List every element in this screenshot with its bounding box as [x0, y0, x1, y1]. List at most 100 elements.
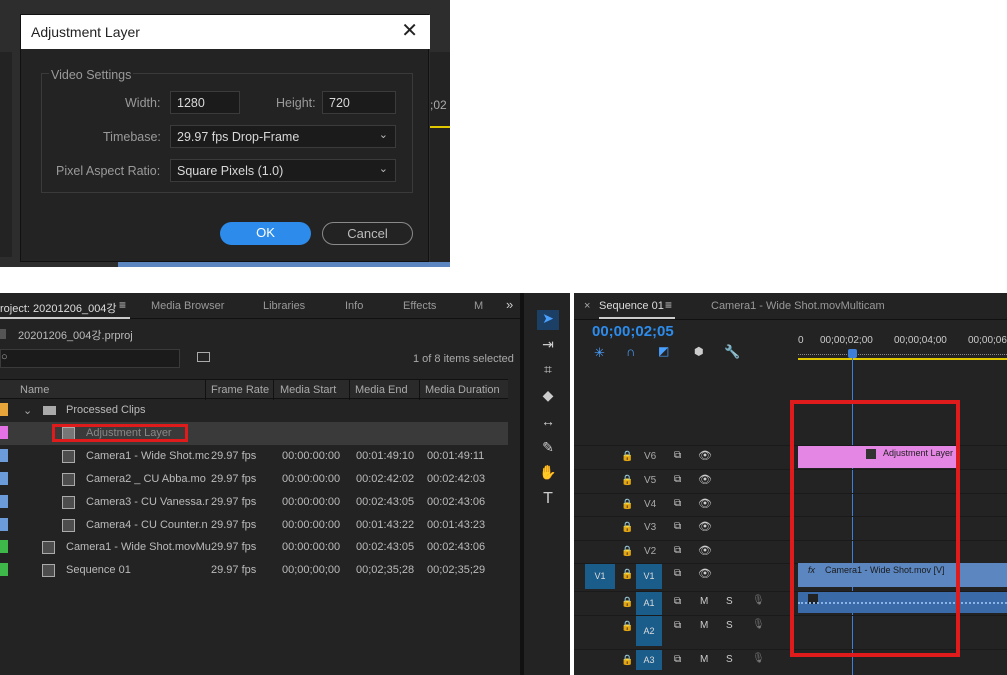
chevron-down-icon[interactable]: ⌄	[23, 404, 32, 417]
mute-button[interactable]: M	[700, 596, 708, 607]
lock-icon[interactable]: 🔒	[621, 522, 633, 533]
col-name[interactable]: Name	[20, 384, 49, 396]
folder-icon	[43, 406, 56, 415]
lock-icon[interactable]: 🔒	[621, 655, 633, 666]
label-swatch	[0, 495, 8, 508]
wrench-icon[interactable]: 🔧	[724, 344, 740, 360]
linked-selection-icon[interactable]: ◩	[658, 344, 669, 358]
cancel-button[interactable]: Cancel	[322, 222, 413, 245]
item-start: 00:00:00:00	[282, 496, 341, 508]
lock-icon[interactable]: 🔒	[621, 546, 633, 557]
list-item[interactable]: Sequence 01 29.97 fps 00;00;00;00 00;02;35;…	[0, 559, 508, 582]
microphone-icon[interactable]: 🎙	[752, 619, 765, 630]
col-frame-rate[interactable]: Frame Rate	[211, 384, 269, 396]
solo-button[interactable]: S	[726, 620, 733, 631]
hand-tool-icon[interactable]: ✋	[537, 464, 559, 484]
close-icon[interactable]: ×	[584, 300, 590, 312]
nest-icon[interactable]: ✳	[594, 345, 605, 361]
bg-timecode: ;02	[430, 98, 447, 112]
track-target[interactable]: A2	[636, 616, 662, 646]
snap-magnet-icon[interactable]: ∩	[626, 344, 635, 359]
source-patch[interactable]: V1	[585, 564, 615, 589]
sequence-icon	[42, 564, 55, 577]
pen-tool-icon[interactable]: ✎	[537, 439, 559, 459]
track-label: A1	[643, 598, 655, 608]
mute-button[interactable]: M	[700, 654, 708, 665]
lock-icon[interactable]: 🔒	[621, 475, 633, 486]
ripple-edit-tool-icon[interactable]: ⌗	[537, 361, 559, 381]
par-select[interactable]: Square Pixels (1.0) ⌄	[170, 159, 396, 182]
marker-icon[interactable]: ⬢	[694, 345, 704, 358]
track-target[interactable]: A1	[636, 592, 662, 615]
tab-multicam[interactable]: Camera1 - Wide Shot.movMulticam	[711, 300, 885, 312]
solo-button[interactable]: S	[726, 596, 733, 607]
highlight-box	[790, 400, 960, 657]
project-panel: roject: 20201206_004강 ≡ Media Browser Li…	[0, 293, 520, 675]
eye-icon[interactable]: 👁	[698, 520, 712, 533]
tab-project[interactable]: roject: 20201206_004강	[0, 300, 117, 316]
list-item-folder[interactable]: ⌄ Processed Clips	[0, 399, 508, 422]
timebase-select[interactable]: 29.97 fps Drop-Frame ⌄	[170, 125, 396, 148]
chevron-down-icon: ⌄	[378, 163, 388, 175]
col-media-duration[interactable]: Media Duration	[425, 384, 500, 396]
tab-libraries[interactable]: Libraries	[263, 300, 305, 312]
sync-lock-icon[interactable]: ⧉	[674, 545, 681, 556]
time-ruler[interactable]: 0 00;00;02;00 00;00;04;00 00;00;06	[798, 331, 1007, 361]
razor-tool-icon[interactable]: ◆	[537, 387, 559, 407]
tab-sequence[interactable]: Sequence 01	[599, 300, 664, 312]
selection-tool-icon[interactable]: ➤	[537, 310, 559, 330]
list-item[interactable]: Camera4 - CU Counter.n 29.97 fps 00:00:00:…	[0, 514, 508, 537]
sync-lock-icon[interactable]: ⧉	[674, 474, 681, 485]
eye-icon[interactable]: 👁	[698, 567, 712, 580]
eye-icon[interactable]: 👁	[698, 473, 712, 486]
lock-icon[interactable]: 🔒	[621, 621, 633, 632]
sync-lock-icon[interactable]: ⧉	[674, 596, 681, 607]
type-tool-icon[interactable]: T	[537, 490, 559, 510]
ruler-label: 00;00;06	[968, 335, 1007, 346]
microphone-icon[interactable]: 🎙	[752, 595, 765, 606]
eye-icon[interactable]: 👁	[698, 497, 712, 510]
list-item[interactable]: Camera1 - Wide Shot.mc 29.97 fps 00:00:00:…	[0, 445, 508, 468]
lock-icon[interactable]: 🔒	[621, 451, 633, 462]
timeline-panel: × Sequence 01 ≡ Camera1 - Wide Shot.movM…	[574, 293, 1007, 675]
col-media-start[interactable]: Media Start	[280, 384, 336, 396]
menu-icon[interactable]: ≡	[119, 298, 126, 312]
lock-icon[interactable]: 🔒	[621, 597, 633, 608]
tab-more[interactable]: M	[474, 300, 483, 312]
track-target[interactable]: A3	[636, 650, 662, 670]
close-icon[interactable]: ✕	[401, 21, 418, 41]
list-item[interactable]: Camera3 - CU Vanessa.r 29.97 fps 00:00:00:…	[0, 491, 508, 514]
sync-lock-icon[interactable]: ⧉	[674, 521, 681, 532]
sync-lock-icon[interactable]: ⧉	[674, 568, 681, 579]
tab-info[interactable]: Info	[345, 300, 363, 312]
new-bin-from-search-icon[interactable]	[197, 352, 210, 362]
search-input[interactable]: ○	[0, 349, 180, 368]
sync-lock-icon[interactable]: ⧉	[674, 620, 681, 631]
microphone-icon[interactable]: 🎙	[752, 653, 765, 664]
lock-icon[interactable]: 🔒	[621, 569, 633, 580]
mute-button[interactable]: M	[700, 620, 708, 631]
project-file-icon	[0, 329, 6, 339]
width-field[interactable]: 1280	[170, 91, 240, 114]
eye-icon[interactable]: 👁	[698, 449, 712, 462]
slip-tool-icon[interactable]: ↔	[537, 413, 559, 433]
tab-media-browser[interactable]: Media Browser	[151, 300, 224, 312]
clip-icon	[62, 473, 75, 486]
height-field[interactable]: 720	[322, 91, 396, 114]
track-target[interactable]: V1	[636, 564, 662, 589]
eye-icon[interactable]: 👁	[698, 544, 712, 557]
timecode-display[interactable]: 00;00;02;05	[592, 323, 674, 340]
track-select-tool-icon[interactable]: ⇥	[537, 336, 559, 356]
overflow-icon[interactable]: »	[506, 297, 513, 312]
sync-lock-icon[interactable]: ⧉	[674, 450, 681, 461]
tab-effects[interactable]: Effects	[403, 300, 436, 312]
menu-icon[interactable]: ≡	[665, 298, 672, 312]
ok-button[interactable]: OK	[220, 222, 311, 245]
list-item[interactable]: Camera2 _ CU Abba.mo 29.97 fps 00:00:00:00…	[0, 468, 508, 491]
sync-lock-icon[interactable]: ⧉	[674, 654, 681, 665]
list-item[interactable]: Camera1 - Wide Shot.movMu 29.97 fps 00:00:…	[0, 536, 508, 559]
col-media-end[interactable]: Media End	[355, 384, 408, 396]
sync-lock-icon[interactable]: ⧉	[674, 498, 681, 509]
lock-icon[interactable]: 🔒	[621, 499, 633, 510]
solo-button[interactable]: S	[726, 654, 733, 665]
